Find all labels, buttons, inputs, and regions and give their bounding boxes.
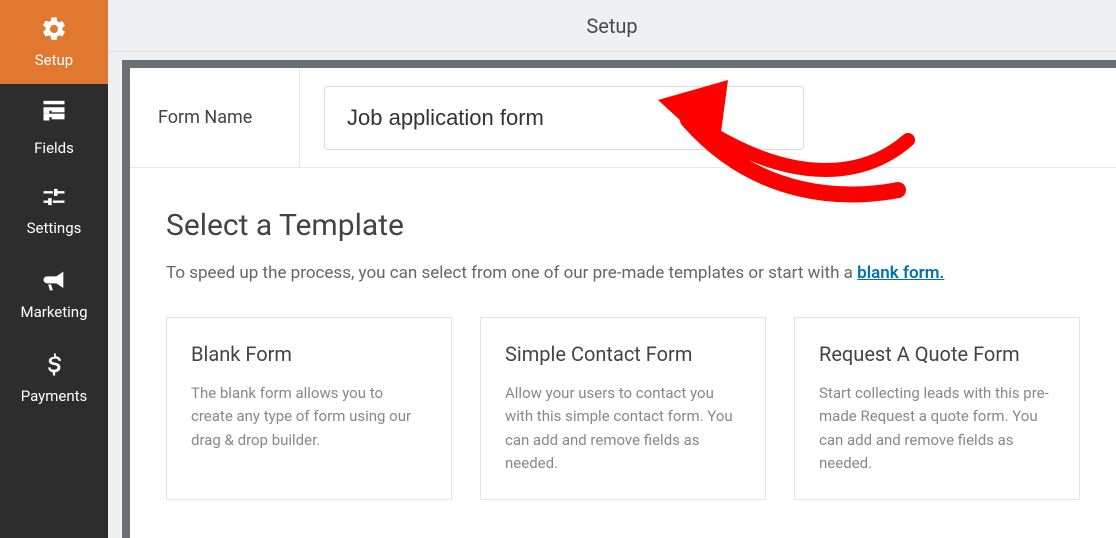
- template-desc: Allow your users to contact you with thi…: [505, 382, 741, 475]
- template-card-blank[interactable]: Blank Form The blank form allows you to …: [166, 317, 452, 500]
- dollar-icon: [40, 351, 68, 383]
- page-title: Setup: [586, 14, 637, 38]
- blank-form-link[interactable]: blank form.: [857, 263, 944, 283]
- sidebar-item-fields[interactable]: Fields: [0, 84, 108, 168]
- sidebar-item-setup[interactable]: Setup: [0, 0, 108, 84]
- fields-icon: [40, 103, 68, 135]
- sidebar-item-payments[interactable]: Payments: [0, 336, 108, 420]
- sidebar-item-settings[interactable]: Settings: [0, 168, 108, 252]
- sidebar-item-label: Payments: [21, 387, 88, 405]
- bullhorn-icon: [40, 267, 68, 299]
- form-name-input[interactable]: [324, 86, 804, 150]
- gear-icon: [40, 15, 68, 47]
- template-desc: The blank form allows you to create any …: [191, 382, 427, 452]
- sidebar-item-label: Marketing: [20, 303, 87, 321]
- template-title: Blank Form: [191, 342, 427, 366]
- topbar: Setup: [108, 0, 1116, 52]
- template-card-contact[interactable]: Simple Contact Form Allow your users to …: [480, 317, 766, 500]
- template-title: Request A Quote Form: [819, 342, 1055, 366]
- select-template-desc: To speed up the process, you can select …: [166, 263, 1080, 283]
- template-title: Simple Contact Form: [505, 342, 741, 366]
- sidebar-item-marketing[interactable]: Marketing: [0, 252, 108, 336]
- template-desc: Start collecting leads with this pre-mad…: [819, 382, 1055, 475]
- sidebar-item-label: Settings: [27, 219, 82, 237]
- form-name-label: Form Name: [158, 107, 252, 128]
- select-template-desc-text: To speed up the process, you can select …: [166, 263, 857, 283]
- sliders-icon: [40, 183, 68, 215]
- sidebar: Setup Fields Settings Marketing: [0, 0, 108, 538]
- sidebar-item-label: Fields: [34, 139, 74, 157]
- select-template-heading: Select a Template: [166, 208, 1080, 243]
- template-card-quote[interactable]: Request A Quote Form Start collecting le…: [794, 317, 1080, 500]
- sidebar-item-label: Setup: [35, 51, 73, 69]
